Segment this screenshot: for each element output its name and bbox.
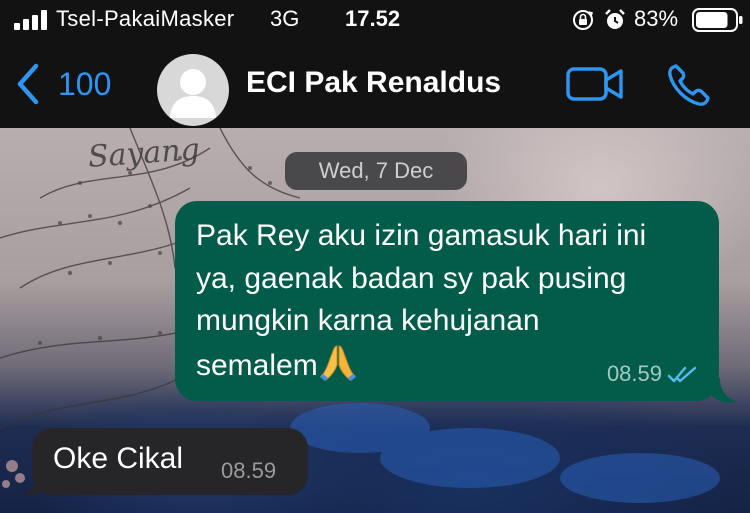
incoming-message-bubble[interactable]: Oke Cikal 08.59 (32, 428, 308, 495)
read-receipt-double-check-icon (667, 366, 697, 383)
back-chevron-icon[interactable] (14, 62, 42, 106)
back-unread-count[interactable]: 100 (58, 66, 111, 103)
outgoing-message-bubble[interactable]: Pak Rey aku izin gamasuk hari ini ya, ga… (175, 201, 719, 401)
carrier-name: Tsel-PakaiMasker (56, 6, 235, 31)
folded-hands-emoji-icon (319, 344, 356, 381)
signal-strength-icon (14, 10, 47, 30)
video-call-icon[interactable] (566, 66, 624, 102)
status-bar: Tsel-PakaiMasker 3G 17.52 83% (0, 0, 750, 40)
status-time: 17.52 (345, 6, 401, 31)
rotation-lock-icon (573, 10, 594, 30)
message-text: Pak Rey aku izin gamasuk hari ini ya, ga… (196, 219, 647, 382)
contact-avatar[interactable] (157, 54, 229, 126)
chat-area[interactable]: Sayang Wed, 7 Dec Pak Rey aku izin gamas… (0, 128, 750, 513)
default-avatar-icon (170, 69, 216, 118)
date-separator: Wed, 7 Dec (285, 152, 467, 190)
message-text: Oke Cikal (53, 442, 184, 475)
battery-icon (692, 8, 743, 32)
alarm-icon (605, 9, 625, 29)
battery-percent: 83% (634, 6, 679, 31)
chat-header: 100 ECI Pak Renaldus (0, 40, 750, 128)
message-timestamp: 08.59 (221, 458, 277, 483)
contact-name[interactable]: ECI Pak Renaldus (246, 66, 501, 100)
voice-call-icon[interactable] (666, 62, 712, 108)
network-type: 3G (270, 6, 300, 31)
message-timestamp: 08.59 (606, 361, 662, 386)
